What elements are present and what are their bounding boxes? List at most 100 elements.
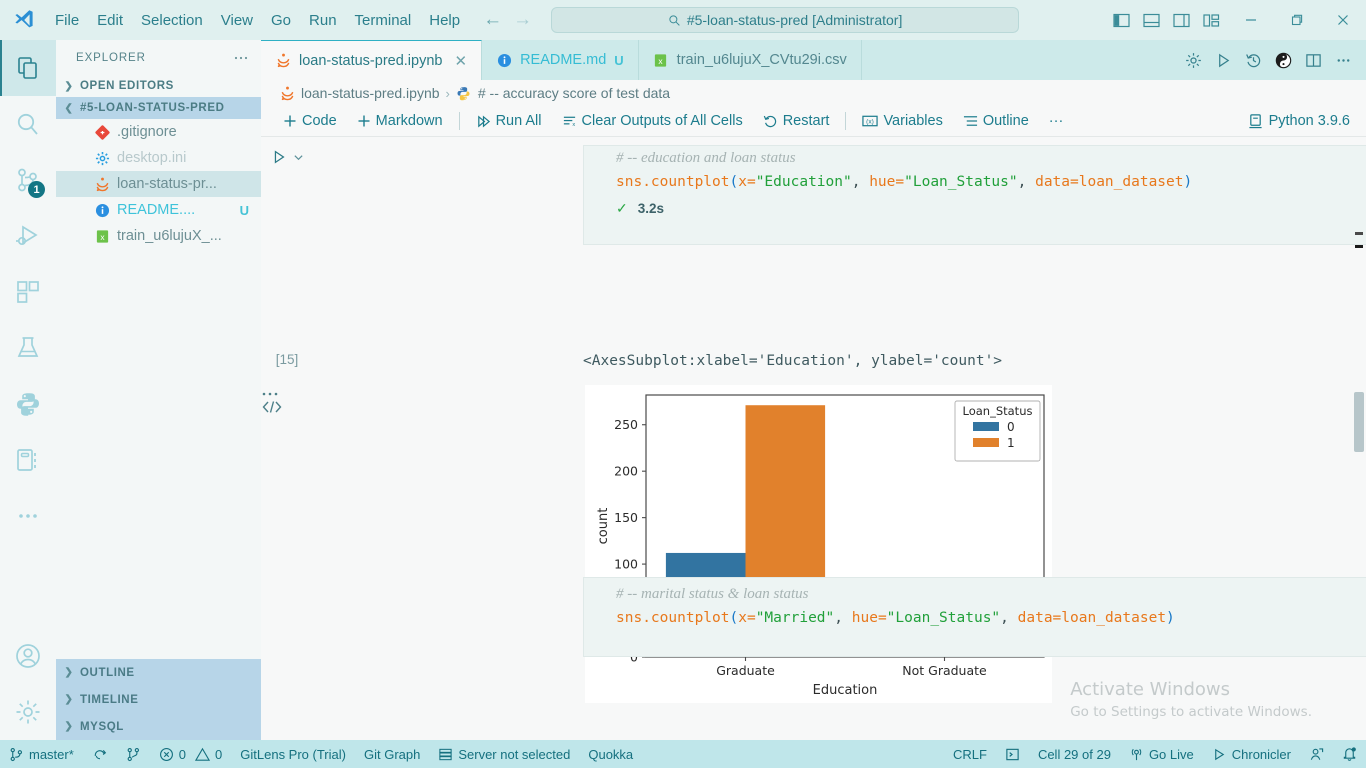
code-icon[interactable] xyxy=(261,399,283,415)
section-open-editors[interactable]: ❯ OPEN EDITORS xyxy=(56,75,261,97)
status-branch[interactable]: master* xyxy=(0,740,83,768)
svg-text:x: x xyxy=(572,122,575,128)
menu-run[interactable]: Run xyxy=(300,8,346,33)
breadcrumb-symbol[interactable]: # -- accuracy score of test data xyxy=(478,85,670,101)
activity-item-more[interactable] xyxy=(0,488,56,544)
clear-outputs-button[interactable]: x Clear Outputs of All Cells xyxy=(552,108,753,134)
file-item-notebook[interactable]: loan-status-pr... xyxy=(56,171,261,197)
split-editor-icon[interactable] xyxy=(1300,47,1326,73)
sync-icon xyxy=(94,749,106,759)
info-icon xyxy=(94,202,110,218)
status-errors[interactable]: 0 0 xyxy=(150,740,231,768)
close-icon[interactable]: ✕ xyxy=(454,52,467,70)
code-token-arg2-val: "Loan_Status" xyxy=(886,610,1001,626)
gear-icon[interactable] xyxy=(1180,47,1206,73)
status-sync[interactable] xyxy=(83,740,117,768)
activity-item-run-and-debug[interactable] xyxy=(0,208,56,264)
outline-button[interactable]: Outline xyxy=(953,108,1039,134)
breadcrumb-file[interactable]: loan-status-pred.ipynb xyxy=(301,85,440,101)
file-item-gitignore[interactable]: .gitignore xyxy=(56,119,261,145)
clear-outputs-icon: x xyxy=(563,116,575,128)
status-branch-alt[interactable] xyxy=(117,740,150,768)
output-repr-text: <AxesSubplot:xlabel='Education', ylabel=… xyxy=(583,353,1003,369)
tab-train-csv[interactable]: x train_u6lujuX_CVtu29i.csv xyxy=(639,40,862,80)
activity-item-settings[interactable] xyxy=(0,684,56,740)
cell-run-controls[interactable] xyxy=(261,149,313,165)
section-mysql[interactable]: ❯ MYSQL xyxy=(56,713,261,740)
scrollbar-thumb[interactable] xyxy=(1354,392,1364,452)
git-icon xyxy=(94,124,110,140)
quick-open-text: #5-loan-status-pred [Administrator] xyxy=(686,12,903,28)
status-quokka[interactable]: Quokka xyxy=(579,740,642,768)
minimize-icon[interactable] xyxy=(1228,0,1274,40)
ellipsis-icon[interactable] xyxy=(1330,47,1356,73)
code-token-open-paren: ( xyxy=(729,174,739,190)
file-item-gitignore-label: .gitignore xyxy=(117,124,177,140)
output-plot-gutter[interactable] xyxy=(261,399,313,415)
status-terminal[interactable] xyxy=(996,740,1029,768)
run-cell-icon[interactable] xyxy=(271,149,287,165)
activity-item-explorer[interactable] xyxy=(0,40,56,96)
status-chronicler[interactable]: Chronicler xyxy=(1203,740,1300,768)
status-gitlens[interactable]: GitLens Pro (Trial) xyxy=(231,740,355,768)
status-cell-position[interactable]: Cell 29 of 29 xyxy=(1029,740,1120,768)
status-feedback[interactable] xyxy=(1300,740,1333,768)
section-project-folder[interactable]: ❮ #5-LOAN-STATUS-PRED xyxy=(56,97,261,119)
editor-scrollbar[interactable] xyxy=(1352,137,1366,740)
panel-right-icon[interactable] xyxy=(1168,7,1194,33)
close-icon[interactable] xyxy=(1320,0,1366,40)
run-icon[interactable] xyxy=(1210,47,1236,73)
ellipsis-icon[interactable] xyxy=(233,50,249,66)
activity-item-source-control[interactable]: 1 xyxy=(0,152,56,208)
chevron-down-icon[interactable] xyxy=(293,152,304,163)
yin-yang-icon[interactable] xyxy=(1270,47,1296,73)
restore-icon[interactable] xyxy=(1274,0,1320,40)
tab-loan-status-pred[interactable]: loan-status-pred.ipynb ✕ xyxy=(261,40,483,80)
status-eol[interactable]: CRLF xyxy=(944,740,996,768)
menu-help[interactable]: Help xyxy=(420,8,469,33)
code-cell-married[interactable]: # -- marital status & loan status sns.co… xyxy=(583,577,1366,657)
restart-button[interactable]: Restart xyxy=(753,108,840,134)
x-tick-label: Graduate xyxy=(716,663,775,678)
arrow-left-icon[interactable]: ← xyxy=(483,9,502,31)
file-item-desktop-ini[interactable]: desktop.ini xyxy=(56,145,261,171)
variables-button[interactable]: (x) Variables xyxy=(852,108,952,134)
menu-terminal[interactable]: Terminal xyxy=(346,8,421,33)
run-all-button[interactable]: Run All xyxy=(466,108,552,134)
panel-left-icon[interactable] xyxy=(1108,7,1134,33)
status-notifications[interactable] xyxy=(1333,740,1366,768)
activity-item-search[interactable] xyxy=(0,96,56,152)
add-markdown-cell-button[interactable]: Markdown xyxy=(347,108,453,134)
section-project-folder-label: #5-LOAN-STATUS-PRED xyxy=(80,102,225,114)
code-cell-education[interactable]: # -- education and loan status sns.count… xyxy=(583,145,1366,245)
kernel-selector[interactable]: Python 3.9.6 xyxy=(1248,113,1366,129)
add-code-cell-button[interactable]: Code xyxy=(273,108,347,134)
menu-go[interactable]: Go xyxy=(262,8,300,33)
activity-item-notebook[interactable] xyxy=(0,432,56,488)
activity-item-accounts[interactable] xyxy=(0,628,56,684)
menu-file[interactable]: File xyxy=(46,8,88,33)
error-icon xyxy=(159,747,173,761)
tab-readme[interactable]: README.md U xyxy=(482,40,639,80)
status-git-graph[interactable]: Git Graph xyxy=(355,740,429,768)
section-outline[interactable]: ❯ OUTLINE xyxy=(56,659,261,686)
panel-bottom-icon[interactable] xyxy=(1138,7,1164,33)
quick-open-input[interactable]: #5-loan-status-pred [Administrator] xyxy=(551,7,1020,33)
file-item-readme[interactable]: README.... U xyxy=(56,197,261,223)
jupyter-icon xyxy=(279,85,295,101)
activity-item-testing[interactable] xyxy=(0,320,56,376)
activity-item-python[interactable] xyxy=(0,376,56,432)
section-timeline[interactable]: ❯ TIMELINE xyxy=(56,686,261,713)
file-item-csv[interactable]: x train_u6lujuX_... xyxy=(56,223,261,249)
status-go-live[interactable]: Go Live xyxy=(1120,740,1203,768)
history-icon[interactable] xyxy=(1240,47,1266,73)
menu-selection[interactable]: Selection xyxy=(132,8,212,33)
activity-item-extensions[interactable] xyxy=(0,264,56,320)
customize-layout-icon[interactable] xyxy=(1198,7,1224,33)
toolbar-more-button[interactable]: ··· xyxy=(1039,108,1074,134)
status-server[interactable]: Server not selected xyxy=(429,740,579,768)
menu-edit[interactable]: Edit xyxy=(88,8,132,33)
arrow-right-icon[interactable]: → xyxy=(513,9,532,31)
code-token-comma1: , xyxy=(834,610,852,626)
menu-view[interactable]: View xyxy=(212,8,262,33)
